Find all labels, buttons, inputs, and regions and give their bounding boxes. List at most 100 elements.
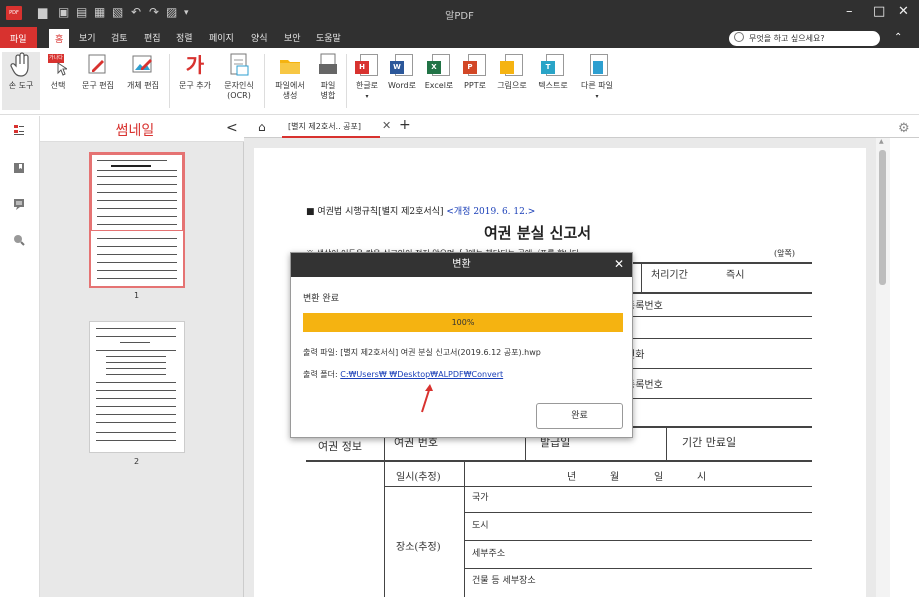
conversion-dialog: 변환 ✕ 변환 완료 100% 출력 파일: [별지 제2호서식] 여권 분실 … — [290, 252, 633, 438]
maximize-button[interactable]: □ — [873, 4, 885, 19]
select-button[interactable]: 가나다 선택 — [42, 52, 74, 110]
object-edit-button[interactable]: 개체 편집 — [121, 52, 165, 110]
convert-to-other-button[interactable]: 다른 파일 ▾ — [575, 52, 619, 110]
page-thumbnail-2[interactable] — [89, 321, 185, 453]
to-word-label: Word로 — [388, 81, 416, 90]
thumbnail-panel: 썸네일 < 1 2 — [40, 116, 244, 597]
month-label: 월 — [610, 472, 620, 483]
document-tab-title: [별지 제2호서.. 공포] — [288, 122, 362, 131]
close-window-button[interactable]: ✕ — [898, 4, 909, 19]
hwp-badge: H — [355, 61, 369, 74]
red-arrow-annotation — [421, 384, 433, 413]
excel-badge: X — [427, 61, 441, 74]
collapse-panel-button[interactable]: < — [226, 120, 238, 136]
ocr-button[interactable]: 문자인식 (OCR) — [218, 52, 260, 110]
help-search-input[interactable]: 무엇을 하고 싶으세요? — [729, 31, 880, 46]
ocr-label-1: 문자인식 — [224, 81, 254, 90]
create-label-2: 생성 — [282, 91, 298, 100]
thumbnails-icon[interactable] — [13, 124, 25, 136]
convert-to-image-button[interactable]: 그림으로 — [493, 52, 531, 110]
text-edit-button[interactable]: 문구 편집 — [76, 52, 120, 110]
ppt-icon: P — [463, 52, 487, 78]
merge-files-button[interactable]: 파일 병합 — [313, 52, 343, 110]
gear-icon[interactable]: ⚙ — [898, 121, 910, 136]
complete-button[interactable]: 완료 — [536, 403, 623, 429]
menu-security[interactable]: 보안 — [284, 31, 301, 44]
left-sidebar — [0, 116, 40, 597]
object-edit-label: 개체 편집 — [127, 81, 159, 90]
merge-label-2: 병합 — [320, 91, 336, 100]
day-label: 일 — [654, 472, 664, 483]
text-badge: T — [541, 61, 555, 74]
dialog-title: 변환 — [452, 259, 471, 270]
collapse-ribbon-button[interactable]: ⌃ — [894, 32, 902, 43]
title-bar: PDF ▆ ▣ ▤ ▦ ▧ ↶ ↷ ▨ ▾ 알PDF – □ ✕ — [0, 0, 919, 27]
minimize-button[interactable]: – — [846, 4, 853, 19]
conversion-progress-bar: 100% — [303, 313, 623, 332]
output-file-value: [별지 제2호서식] 여권 분실 신고서(2019.6.12 공포).hwp — [340, 348, 541, 357]
right-panel — [890, 138, 919, 597]
select-label: 선택 — [50, 81, 66, 90]
home-icon[interactable]: ⌂ — [258, 120, 266, 134]
output-file-label: 출력 파일: — [303, 348, 338, 357]
search-icon — [734, 32, 744, 42]
menu-page[interactable]: 페이지 — [209, 31, 234, 44]
to-hwp-label: 한글로 — [355, 81, 379, 90]
hand-tool-button[interactable]: 손 도구 — [2, 52, 40, 110]
passport-info-label: 여권 정보 — [318, 440, 362, 453]
menu-home[interactable]: 홈 — [49, 29, 70, 48]
expiry-date-label: 기간 만료일 — [682, 436, 737, 449]
form-header-text: ■ 여권법 시행규칙[별지 제2호서식] — [306, 207, 444, 217]
output-folder-link[interactable]: C:₩Users₩ ₩Desktop₩ALPDF₩Convert — [340, 370, 503, 379]
dialog-close-button[interactable]: ✕ — [614, 253, 624, 275]
convert-to-text-button[interactable]: T 텍스트로 — [533, 52, 573, 110]
menu-arrange[interactable]: 정렬 — [176, 31, 193, 44]
convert-to-ppt-button[interactable]: P PPT로 — [459, 52, 491, 110]
add-tab-button[interactable]: + — [399, 117, 411, 133]
create-from-file-button[interactable]: 파일에서 생성 — [268, 52, 312, 110]
image-icon — [500, 52, 524, 78]
menu-file[interactable]: 파일 — [0, 27, 37, 48]
to-text-label: 텍스트로 — [538, 81, 568, 90]
output-folder-label: 출력 폴더: — [303, 370, 338, 379]
convert-to-hwp-button[interactable]: H 한글로 ▾ — [350, 52, 384, 110]
close-tab-icon[interactable]: ✕ — [382, 119, 391, 132]
ribbon-toolbar: 손 도구 가나다 선택 문구 편집 개체 편집 가 문구 추가 문자인식 (OC… — [0, 48, 919, 115]
ribbon-separator — [264, 54, 265, 108]
ribbon-separator — [346, 54, 347, 108]
menu-help[interactable]: 도움말 — [316, 31, 341, 44]
datetime-estimated-label: 일시(추정) — [396, 472, 441, 483]
window-title: 알PDF — [445, 11, 474, 22]
add-text-icon: 가 — [185, 53, 205, 77]
menu-form[interactable]: 양식 — [251, 31, 268, 44]
ribbon-separator — [169, 54, 170, 108]
hour-label: 시 — [697, 472, 707, 483]
to-image-label: 그림으로 — [497, 81, 527, 90]
comment-icon[interactable] — [13, 198, 25, 210]
menu-view[interactable]: 보기 — [79, 31, 96, 44]
page-number-1: 1 — [134, 291, 140, 300]
folder-icon — [278, 52, 302, 78]
menu-review[interactable]: 검토 — [111, 31, 128, 44]
scrollbar-thumb[interactable] — [879, 150, 886, 285]
year-label: 년 — [567, 472, 577, 483]
processing-period-label: 처리기간 — [651, 270, 688, 281]
convert-to-word-button[interactable]: W Word로 — [385, 52, 419, 110]
menu-edit[interactable]: 편집 — [144, 31, 161, 44]
output-file-row: 출력 파일: [별지 제2호서식] 여권 분실 신고서(2019.6.12 공포… — [303, 347, 541, 358]
output-folder-row: 출력 폴더: C:₩Users₩ ₩Desktop₩ALPDF₩Convert — [303, 369, 503, 380]
ocr-label-2: (OCR) — [227, 91, 251, 100]
progress-label: 100% — [451, 318, 475, 327]
convert-to-excel-button[interactable]: X Excel로 — [421, 52, 457, 110]
thumbnail-header: 썸네일 < — [40, 116, 244, 142]
vertical-scrollbar[interactable]: ▲ — [876, 138, 890, 597]
ocr-icon — [227, 52, 251, 78]
document-tab[interactable]: [별지 제2호서.. 공포] — [282, 116, 380, 138]
page-thumbnail-1[interactable] — [89, 152, 185, 288]
search-panel-icon[interactable] — [13, 234, 25, 246]
to-excel-label: Excel로 — [424, 81, 454, 90]
add-text-button[interactable]: 가 문구 추가 — [173, 52, 217, 110]
excel-icon: X — [427, 52, 451, 78]
bookmark-icon[interactable] — [13, 162, 25, 174]
text-file-icon: T — [541, 52, 565, 78]
